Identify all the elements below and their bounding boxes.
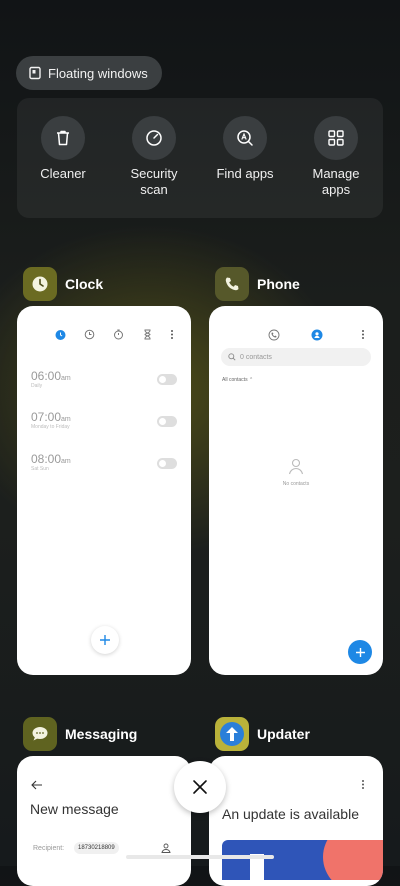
world-clock-tab-icon[interactable] [84, 329, 95, 340]
home-gesture-bar[interactable] [126, 855, 274, 859]
close-icon [193, 780, 207, 794]
close-all-button[interactable] [174, 761, 226, 813]
alarm-ampm: am [61, 375, 71, 382]
more-options-icon[interactable] [169, 329, 175, 340]
updater-app-icon [215, 717, 249, 751]
messaging-app-header[interactable]: Messaging [23, 717, 137, 751]
alarm-tab-icon[interactable] [54, 328, 67, 341]
alarm-time: 06:00 [31, 369, 62, 383]
updater-app-header[interactable]: Updater [215, 717, 310, 751]
clock-app-name: Clock [65, 276, 104, 292]
manage-apps-label-2: apps [321, 182, 351, 197]
alarm-toggle[interactable] [157, 458, 177, 469]
plus-icon [100, 635, 110, 645]
phone-app-header[interactable]: Phone [215, 267, 300, 301]
search-placeholder: 0 contacts [240, 353, 272, 361]
find-apps-label: Find apps [216, 166, 274, 181]
floating-windows-label: Floating windows [48, 65, 148, 81]
manage-apps-label-1: Manage [312, 166, 360, 181]
update-arrow-icon [220, 722, 244, 746]
alarm-toggle[interactable] [157, 416, 177, 427]
contacts-filter[interactable]: All contacts ⌃ [222, 377, 253, 383]
clock-app-header[interactable]: Clock [23, 267, 103, 301]
alarm-repeat: Daily [31, 383, 43, 389]
alarm-ampm: am [61, 458, 71, 465]
timer-tab-icon[interactable] [142, 329, 153, 340]
floating-windows-button[interactable]: Floating windows [16, 56, 162, 90]
phone-app-card[interactable]: 0 contacts All contacts ⌃ No contacts [209, 306, 383, 675]
add-contact-button[interactable] [348, 640, 372, 664]
empty-contacts-label: No contacts [282, 481, 310, 487]
trash-icon [57, 130, 69, 146]
contacts-tab-icon[interactable] [311, 329, 323, 341]
cleaner-label: Cleaner [40, 166, 86, 181]
phone-icon [225, 277, 239, 291]
alarm-ampm: am [61, 416, 71, 423]
update-banner-image [222, 840, 383, 880]
find-apps-button[interactable]: Find apps [205, 116, 285, 182]
clock-icon [32, 276, 48, 292]
add-alarm-button[interactable] [91, 626, 119, 654]
clock-app-icon [23, 267, 57, 301]
updater-app-name: Updater [257, 726, 310, 742]
alarm-repeat: Monday to Friday [31, 424, 70, 430]
grid-icon [328, 130, 344, 146]
manage-apps-button[interactable]: Manage apps [296, 116, 376, 198]
clock-app-card[interactable]: 06:00am Daily 07:00am Monday to Friday 0… [17, 306, 191, 675]
alarm-time: 07:00 [31, 410, 62, 424]
cleaner-button[interactable]: Cleaner [23, 116, 103, 182]
update-available-title: An update is available [222, 806, 359, 822]
contacts-search-input[interactable]: 0 contacts [221, 348, 371, 366]
recents-tab-icon[interactable] [268, 329, 280, 341]
banner-shape [323, 840, 383, 880]
plus-icon [355, 647, 365, 657]
security-scan-label-2: scan [140, 182, 168, 197]
find-apps-icon [237, 130, 253, 146]
chevron-down-icon: ⌃ [248, 377, 254, 383]
alarm-row-2[interactable]: 07:00am [31, 410, 71, 424]
more-options-icon[interactable] [360, 329, 366, 340]
recipient-label: Recipient: [33, 845, 65, 852]
floating-window-icon [29, 66, 41, 80]
phone-app-icon [215, 267, 249, 301]
chat-bubble-icon [32, 727, 48, 741]
alarm-time: 08:00 [31, 452, 62, 466]
gauge-icon [146, 130, 162, 146]
alarm-repeat: Sat Sun [31, 466, 49, 472]
recipient-value: 18730218809 [78, 845, 115, 851]
alarm-row-1[interactable]: 06:00am [31, 369, 71, 383]
person-icon [288, 458, 304, 475]
search-icon [228, 353, 236, 361]
more-options-icon[interactable] [360, 779, 366, 790]
messaging-app-name: Messaging [65, 726, 138, 742]
contacts-filter-label: All contacts [222, 377, 248, 383]
security-scan-button[interactable]: Security scan [114, 116, 194, 198]
stopwatch-tab-icon[interactable] [113, 329, 124, 340]
alarm-row-3[interactable]: 08:00am [31, 452, 71, 466]
recipient-chip[interactable]: 18730218809 [74, 842, 119, 854]
messaging-app-card[interactable]: New message Recipient: 18730218809 [17, 756, 191, 886]
quick-tools-panel: Cleaner Security scan Find apps Manage a… [17, 98, 383, 218]
back-arrow-icon[interactable] [31, 780, 43, 790]
new-message-title: New message [30, 801, 119, 817]
security-scan-label-1: Security [130, 166, 178, 181]
contact-picker-icon[interactable] [161, 843, 171, 853]
updater-app-card[interactable]: An update is available [209, 756, 383, 886]
messaging-app-icon [23, 717, 57, 751]
phone-app-name: Phone [257, 276, 300, 292]
alarm-toggle[interactable] [157, 374, 177, 385]
